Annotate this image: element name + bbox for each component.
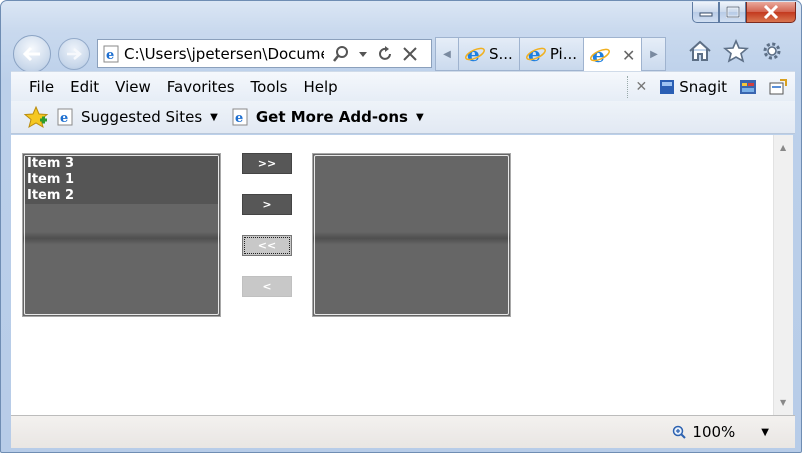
ie-logo-icon: e — [465, 44, 485, 64]
toolbar-right-icons — [687, 39, 785, 63]
svg-text:e: e — [106, 48, 114, 63]
favorites-bar: e Suggested Sites ▼ e Get More Add-ons ▼ — [11, 101, 795, 134]
tab-3-active[interactable]: e ✕ — [584, 37, 643, 72]
minimize-icon — [699, 12, 712, 17]
snagit-capture-icon[interactable] — [739, 79, 757, 95]
tab-strip: ◀ e S... e Pi... e ✕ ▶ — [435, 37, 667, 72]
list-item[interactable]: Item 1 — [25, 172, 218, 188]
forward-button[interactable] — [58, 38, 90, 70]
back-arrow-icon — [22, 46, 40, 62]
ie-logo-icon: e — [525, 44, 546, 64]
target-listbox-inner — [314, 155, 509, 315]
tab-label: S... — [489, 45, 513, 63]
close-icon — [763, 5, 779, 19]
source-listbox[interactable]: Item 3 Item 1 Item 2 — [22, 153, 221, 317]
tab-1[interactable]: e S... — [459, 37, 520, 71]
caption-buttons — [692, 2, 796, 23]
suggested-sites-label: Suggested Sites — [81, 108, 203, 126]
scroll-up-arrow-icon[interactable]: ▲ — [780, 143, 786, 152]
add-favorite-star-icon[interactable] — [23, 105, 49, 129]
search-icon[interactable] — [332, 45, 350, 63]
svg-text:e: e — [235, 111, 243, 126]
dropdown-arrow-icon[interactable] — [358, 50, 368, 58]
tab-2[interactable]: e Pi... — [519, 37, 585, 71]
ie-page-icon: e — [232, 108, 248, 126]
target-listbox[interactable] — [312, 153, 511, 317]
zoom-icon — [673, 425, 687, 439]
refresh-icon[interactable] — [376, 45, 394, 63]
close-window-button[interactable] — [746, 2, 796, 23]
gear-icon[interactable] — [759, 39, 785, 63]
source-listbox-inner: Item 3 Item 1 Item 2 — [24, 155, 219, 315]
chevron-down-icon: ▼ — [210, 111, 218, 123]
menu-view[interactable]: View — [107, 78, 159, 96]
suggested-sites-link[interactable]: e Suggested Sites ▼ — [55, 107, 218, 127]
scroll-down-arrow-icon[interactable]: ▼ — [780, 398, 786, 407]
status-bar: 100% ▼ — [11, 415, 795, 448]
zoom-dropdown-icon[interactable]: ▼ — [761, 427, 769, 438]
move-all-left-button[interactable]: << — [242, 235, 292, 256]
vertical-scrollbar[interactable]: ▲ ▼ — [773, 135, 793, 415]
menu-edit[interactable]: Edit — [62, 78, 107, 96]
back-button[interactable] — [13, 35, 51, 73]
get-addons-link[interactable]: e Get More Add-ons ▼ — [230, 107, 424, 127]
ie-logo-icon: e — [590, 45, 610, 65]
move-all-right-button[interactable]: >> — [242, 153, 292, 174]
page-content: Item 3 Item 1 Item 2 >> > << < — [11, 135, 773, 415]
move-right-button[interactable]: > — [242, 194, 292, 215]
tab-scroll-left-button[interactable]: ◀ — [435, 37, 459, 71]
minimize-button[interactable] — [692, 2, 719, 23]
toolbar-separator — [627, 76, 628, 98]
menu-bar: File Edit View Favorites Tools Help ✕ Sn… — [11, 71, 795, 101]
list-item[interactable]: Item 3 — [25, 156, 218, 172]
get-addons-label: Get More Add-ons — [255, 108, 408, 126]
svg-text:e: e — [60, 111, 68, 126]
menu-favorites[interactable]: Favorites — [159, 78, 243, 96]
address-input[interactable]: C:\Users\jpetersen\Document — [124, 45, 324, 63]
stop-icon[interactable] — [402, 46, 418, 62]
menu-file[interactable]: File — [21, 78, 62, 96]
home-icon[interactable] — [687, 39, 713, 63]
close-toolbar-icon[interactable]: ✕ — [635, 79, 647, 95]
maximize-icon — [725, 6, 740, 18]
tab-label: Pi... — [549, 45, 578, 63]
ie-page-icon: e — [57, 108, 73, 126]
send-to-icon[interactable] — [769, 79, 787, 95]
favorites-star-icon[interactable] — [723, 39, 749, 63]
snagit-label: Snagit — [679, 78, 727, 96]
address-bar: e C:\Users\jpetersen\Document — [97, 39, 432, 68]
snagit-button[interactable]: Snagit — [659, 78, 727, 96]
zoom-level[interactable]: 100% — [692, 423, 735, 441]
move-left-button[interactable]: < — [242, 276, 292, 297]
maximize-button[interactable] — [719, 2, 746, 23]
tab-close-icon[interactable]: ✕ — [622, 46, 635, 65]
forward-arrow-icon — [67, 48, 82, 60]
chevron-down-icon: ▼ — [415, 111, 424, 123]
menu-bar-right: ✕ Snagit — [635, 72, 787, 102]
browser-window: e C:\Users\jpetersen\Document ◀ e S... e… — [0, 0, 802, 453]
menu-help[interactable]: Help — [296, 78, 346, 96]
tab-scroll-right-button[interactable]: ▶ — [642, 37, 667, 71]
snagit-icon — [660, 80, 675, 94]
list-item[interactable]: Item 2 — [25, 188, 218, 204]
menu-tools[interactable]: Tools — [243, 78, 296, 96]
ie-page-icon: e — [98, 44, 124, 64]
